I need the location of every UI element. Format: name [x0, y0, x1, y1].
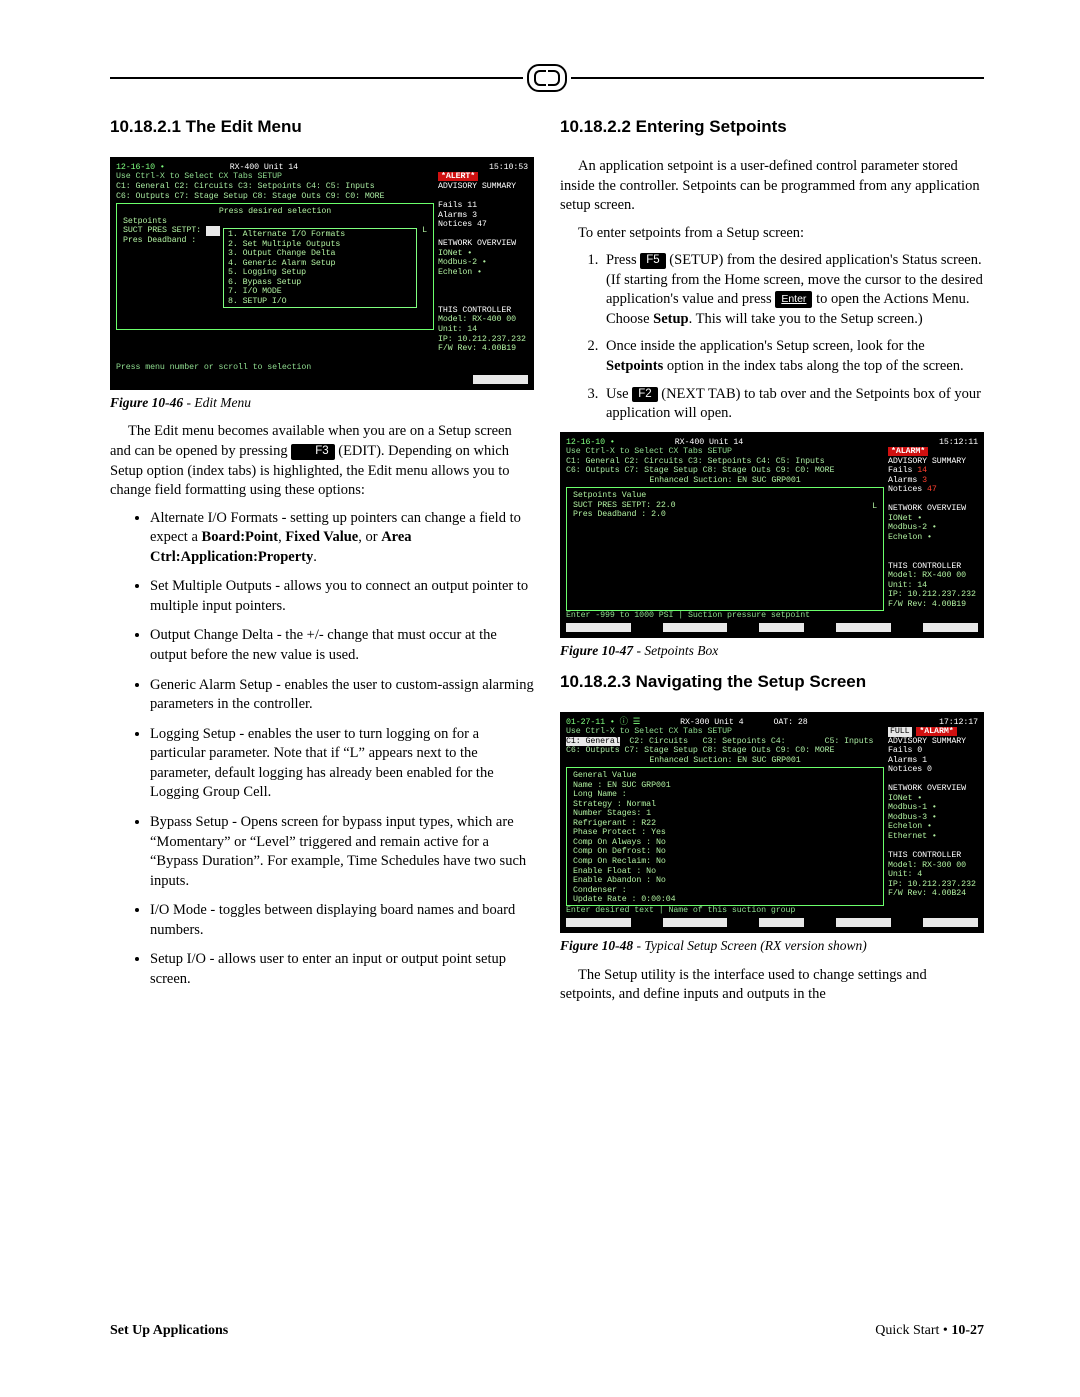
figure-caption-3: Figure 10-48 - Typical Setup Screen (RX …	[560, 937, 984, 955]
figure-caption-2: Figure 10-47 - Setpoints Box	[560, 642, 984, 660]
enter-key-icon: Enter	[775, 291, 812, 308]
f3-key-icon: F3	[291, 444, 334, 460]
list-item: Alternate I/O Formats - setting up point…	[150, 509, 534, 568]
f5-key-icon: F5	[640, 253, 665, 269]
heading-edit-menu: 10.18.2.1 The Edit Menu	[110, 116, 534, 139]
list-item: Use F2 (NEXT TAB) to tab over and the Se…	[602, 385, 984, 424]
list-item: Press F5 (SETUP) from the desired applic…	[602, 251, 984, 329]
right-column: 10.18.2.2 Entering Setpoints An applicat…	[560, 116, 984, 1013]
page-footer: Set Up Applications Quick Start • 10-27	[110, 1322, 984, 1341]
figure-caption-1: Figure 10-46 - Edit Menu	[110, 394, 534, 412]
list-item: Generic Alarm Setup - enables the user t…	[150, 676, 534, 715]
page: 10.18.2.1 The Edit Menu 12-16-10 • RX-40…	[0, 0, 1080, 1397]
figure-edit-menu-screenshot: 12-16-10 • RX-400 Unit 14 15:10:53 Use C…	[110, 157, 534, 390]
left-column: 10.18.2.1 The Edit Menu 12-16-10 • RX-40…	[110, 116, 534, 1013]
heading-entering-setpoints: 10.18.2.2 Entering Setpoints	[560, 116, 984, 139]
heading-navigating-setup: 10.18.2.3 Navigating the Setup Screen	[560, 671, 984, 694]
e2-logo-icon	[527, 64, 567, 92]
header-rule	[110, 64, 984, 92]
list-item: Once inside the application's Setup scre…	[602, 337, 984, 376]
list-item: Set Multiple Outputs - allows you to con…	[150, 577, 534, 616]
footer-right: Quick Start • 10-27	[875, 1322, 984, 1341]
paragraph: To enter setpoints from a Setup screen:	[560, 224, 984, 244]
numbered-steps: Press F5 (SETUP) from the desired applic…	[560, 251, 984, 424]
list-item: Bypass Setup - Opens screen for bypass i…	[150, 813, 534, 891]
list-item: Logging Setup - enables the user to turn…	[150, 725, 534, 803]
paragraph: The Edit menu becomes available when you…	[110, 422, 534, 500]
list-item: Setup I/O - allows user to enter an inpu…	[150, 950, 534, 989]
paragraph: The Setup utility is the interface used …	[560, 966, 984, 1005]
f2-key-icon: F2	[632, 387, 657, 403]
list-item: Output Change Delta - the +/- change tha…	[150, 626, 534, 665]
figure-setup-screenshot: 01-27-11 • ⓘ ☰RX-300 Unit 4OAT: 28 17:12…	[560, 712, 984, 934]
paragraph: An application setpoint is a user-define…	[560, 157, 984, 216]
list-item: I/O Mode - toggles between displaying bo…	[150, 901, 534, 940]
figure-setpoints-screenshot: 12-16-10 •RX-400 Unit 14 15:12:11 Use Ct…	[560, 432, 984, 639]
footer-left: Set Up Applications	[110, 1322, 228, 1341]
bullet-list: Alternate I/O Formats - setting up point…	[110, 509, 534, 990]
